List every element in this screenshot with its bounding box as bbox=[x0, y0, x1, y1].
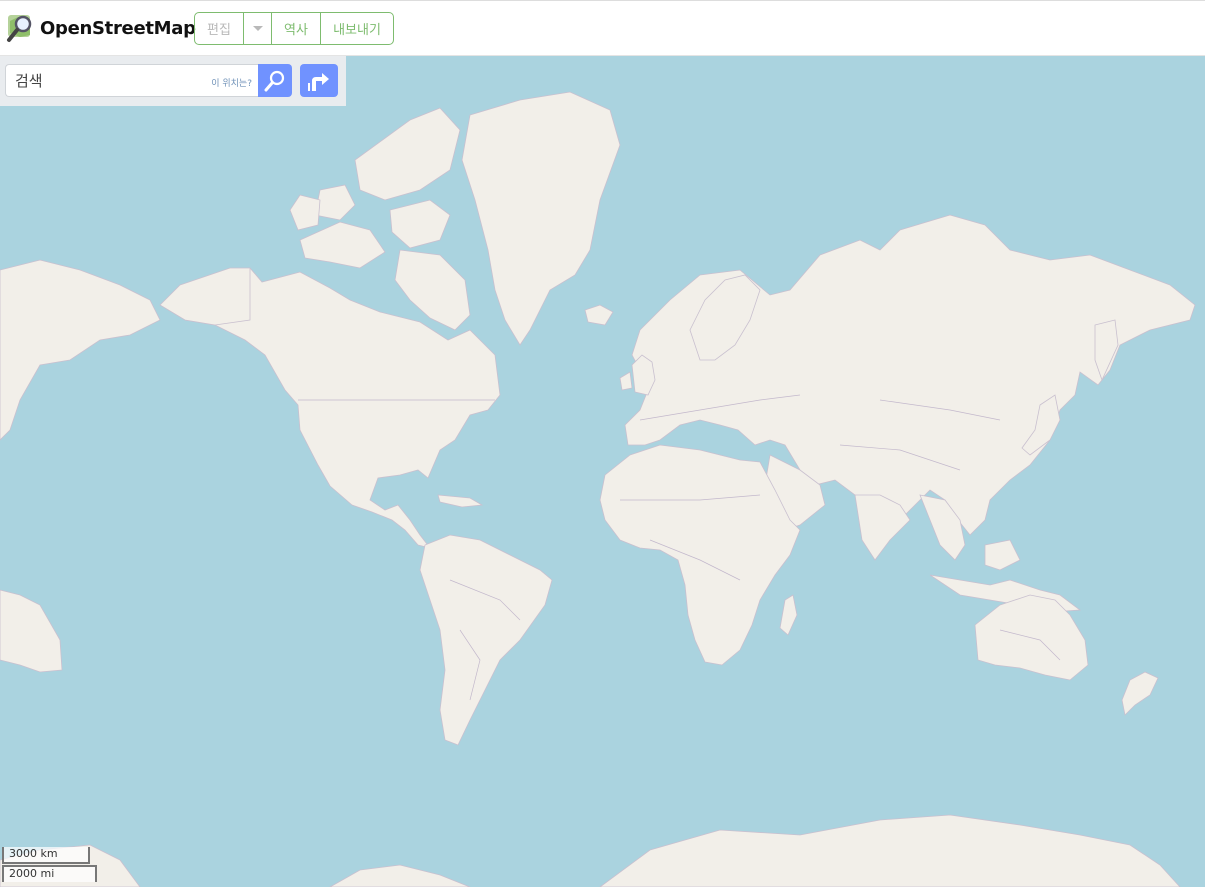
header: OpenStreetMap 편집 역사 내보내기 bbox=[0, 0, 1205, 56]
search-input[interactable] bbox=[13, 71, 197, 91]
caret-down-icon bbox=[252, 26, 263, 31]
new-zealand bbox=[1121, 671, 1159, 716]
directions-button[interactable] bbox=[300, 64, 338, 97]
brand-name: OpenStreetMap bbox=[40, 17, 196, 39]
history-button[interactable]: 역사 bbox=[272, 13, 321, 44]
brand-link[interactable]: OpenStreetMap bbox=[6, 13, 196, 43]
search-box: 이 위치는? bbox=[5, 64, 258, 97]
where-is-this-link[interactable]: 이 위치는? bbox=[211, 76, 252, 89]
search-icon bbox=[264, 70, 285, 91]
edit-button[interactable]: 편집 bbox=[195, 13, 244, 44]
arctic-islands bbox=[299, 221, 386, 269]
logo-icon bbox=[7, 15, 32, 42]
iceland bbox=[584, 304, 614, 326]
search-button[interactable] bbox=[258, 64, 292, 97]
search-panel: 이 위치는? bbox=[0, 56, 346, 106]
export-button[interactable]: 내보내기 bbox=[321, 13, 393, 44]
edit-dropdown-button[interactable] bbox=[244, 13, 272, 44]
alaska bbox=[159, 267, 251, 326]
nav-group: 편집 역사 내보내기 bbox=[194, 12, 394, 45]
map-canvas[interactable] bbox=[0, 56, 1205, 887]
scale-bar: 3000 km 2000 mi bbox=[2, 847, 97, 882]
scale-metric: 3000 km bbox=[2, 847, 90, 864]
world-map bbox=[0, 91, 1196, 887]
directions-icon bbox=[308, 72, 329, 91]
madagascar bbox=[779, 594, 798, 636]
south-america bbox=[419, 534, 553, 746]
scale-imperial: 2000 mi bbox=[2, 865, 97, 882]
